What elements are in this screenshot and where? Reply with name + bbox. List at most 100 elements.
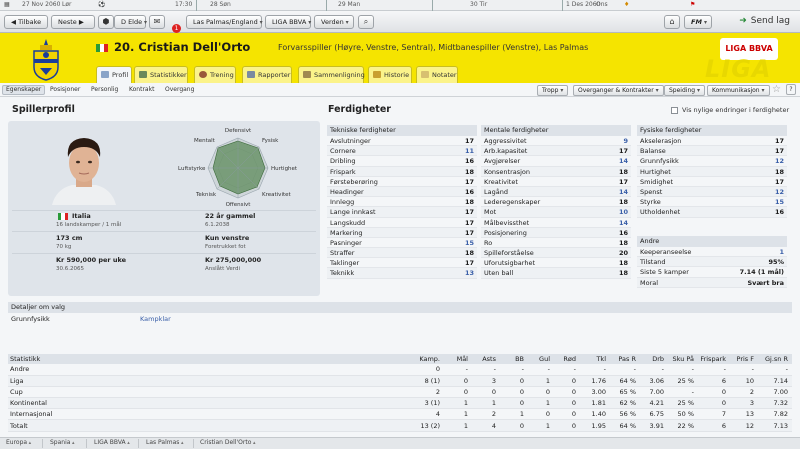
attribute-row[interactable]: Balanse 17 [637,146,787,157]
inbox-icon[interactable]: ✉ [149,15,165,29]
attribute-row[interactable]: Uten ball 18 [481,268,631,279]
attribute-row[interactable]: Pasninger 15 [327,238,477,249]
nation-menu[interactable]: Las Palmas/England [186,15,262,29]
world-menu[interactable]: Verden [314,15,354,29]
tab-profil[interactable]: Profil [96,66,132,84]
tab-trening[interactable]: Trening [194,66,236,83]
star-icon[interactable]: ☆ [772,84,781,95]
attribute-row[interactable]: Spilleforståelse 20 [481,248,631,259]
details-value[interactable]: Kampklar [140,315,171,323]
stats-column-header[interactable]: Asts [472,354,500,364]
stats-row[interactable]: Kontinental 3 (1) 1 1 0 1 0 1.81 62 % 4.21 25 % 0 3 7… [8,397,792,410]
attribute-row[interactable]: Cornere 11 [327,146,477,157]
stats-column-header[interactable]: Pas R [610,354,640,364]
attribute-row[interactable]: Frispark 18 [327,166,477,177]
attribute-row[interactable]: Avslutninger 17 [327,136,477,147]
club-crest-icon[interactable]: ⬢ [98,15,114,29]
breadcrumb-item[interactable]: Europa [6,439,31,446]
transfers-menu[interactable]: Overganger & Kontrakter [573,85,664,96]
league-menu[interactable]: LIGA BBVA [265,15,311,29]
stats-column-header[interactable]: Gul [528,354,554,364]
help-icon[interactable]: ? [786,84,796,95]
communication-menu[interactable]: Kommunikasjon [707,85,770,96]
breadcrumb-item[interactable]: LIGA BBVA [94,439,130,446]
attribute-row[interactable]: Teknikk 13 [327,268,477,279]
attribute-row[interactable]: Moral Svært bra [637,277,787,288]
attribute-row[interactable]: Siste 5 kamper 7.14 (1 mål) [637,267,787,278]
attribute-row[interactable]: Avgjørelser 14 [481,156,631,167]
fm-menu[interactable]: FM [684,15,712,29]
stats-row[interactable]: Cup 2 0 0 0 0 0 3.00 65 % 7.00-0 2 7.00 [8,386,792,399]
home-icon[interactable]: ⌂ [664,15,680,29]
stats-column-header[interactable]: Pris F [730,354,758,364]
attribute-row[interactable]: Lederegenskaper 18 [481,197,631,208]
attribute-row[interactable]: Hurtighet 18 [637,166,787,177]
next-button[interactable]: Neste ▶ [51,15,95,29]
attribute-row[interactable]: Styrke 15 [637,197,787,208]
stats-column-header[interactable]: Gj.sn R [758,354,792,364]
back-button[interactable]: ◀ Tilbake [4,15,48,29]
stats-column-header[interactable]: Sku På [668,354,698,364]
attribute-row[interactable]: Taklinger 17 [327,258,477,269]
stats-column-header[interactable]: Kamp. [408,354,444,364]
breadcrumb-item[interactable]: Spania [50,439,75,446]
attribute-row[interactable]: Ro 18 [481,238,631,249]
attribute-row[interactable]: Førsteberøring 17 [327,177,477,187]
timeline-bar[interactable]: ▦ 27 Nov 2060 Lør ⚽ 17:30 28 Søn 29 Man … [0,0,800,11]
stats-row[interactable]: Andre 0- - - - - - - - - - - - [8,364,792,376]
stats-column-header[interactable]: Rød [554,354,580,364]
tab-notater[interactable]: Notater [416,66,458,83]
stats-column-header[interactable]: Frispark [698,354,730,364]
attribute-row[interactable]: Arb.kapasitet 17 [481,146,631,157]
attribute-row[interactable]: Spenst 12 [637,186,787,198]
scouting-menu[interactable]: Speiding [664,85,705,96]
attribute-row[interactable]: Konsentrasjon 18 [481,166,631,177]
stats-column-header[interactable]: Statistikk [8,354,408,364]
attribute-row[interactable]: Akselerasjon 17 [637,136,787,147]
recent-changes-checkbox[interactable] [671,107,678,114]
tab-historie[interactable]: Historie [368,66,412,83]
timeline-event[interactable]: 30 Tir [470,1,487,8]
attribute-row[interactable]: Utholdenhet 16 [637,207,787,218]
attribute-row[interactable]: Langskudd 17 [327,218,477,228]
send-team-button[interactable]: ➜ Send lag [739,16,790,26]
tab-sammenligning[interactable]: Sammenligning [298,66,365,83]
breadcrumb-item[interactable]: Cristian Dell'Orto [200,439,255,446]
attribute-row[interactable]: Grunnfysikk 12 [637,156,787,167]
subtab-egenskaper[interactable]: Egenskaper [2,85,46,95]
subtab-personlig[interactable]: Personlig [88,85,121,95]
attribute-row[interactable]: Straffer 18 [327,248,477,259]
stats-row[interactable]: Liga 8 (1) 0 3 0 1 0 1.76 64 % 3.06 25 % 6 10 7.14 [8,375,792,387]
manager-menu[interactable]: D Elde [114,15,146,29]
attribute-row[interactable]: Dribling 16 [327,156,477,167]
attribute-row[interactable]: Kreativitet 17 [481,177,631,187]
tab-rapporter[interactable]: Rapporter [242,66,292,83]
timeline-event[interactable]: 29 Man [338,1,360,8]
attribute-row[interactable]: Uforutsigbarhet 18 [481,258,631,269]
stats-column-header[interactable]: BB [500,354,528,364]
attribute-row[interactable]: Mot 10 [481,207,631,218]
attribute-row[interactable]: Keeperanseelse 1 [637,247,787,258]
stats-column-header[interactable]: Drb [640,354,668,364]
attribute-row[interactable]: Aggressivitet 9 [481,136,631,147]
attribute-row[interactable]: Markering 17 [327,227,477,238]
attribute-row[interactable]: Posisjonering 16 [481,227,631,238]
attribute-row[interactable]: Smidighet 17 [637,177,787,187]
attribute-row[interactable]: Lagånd 14 [481,186,631,198]
subtab-overgang[interactable]: Overgang [162,85,197,95]
timeline-event[interactable]: 28 Søn [210,1,231,8]
tab-statistikker[interactable]: Statistikker [134,66,188,83]
stats-column-header[interactable]: Mål [444,354,472,364]
search-icon[interactable]: ⌕ [358,15,374,29]
attribute-row[interactable]: Lange innkast 17 [327,207,477,218]
stats-row[interactable]: Internasjonal 4 1 2 1 0 0 1.40 56 % 6.75 50 % 7 13 7.… [8,408,792,421]
attribute-row[interactable]: Headinger 16 [327,186,477,198]
squad-menu[interactable]: Tropp [537,85,569,96]
subtab-posisjoner[interactable]: Posisjoner [47,85,83,95]
subtab-kontrakt[interactable]: Kontrakt [126,85,157,95]
breadcrumb-item[interactable]: Las Palmas [146,439,184,446]
attribute-row[interactable]: Målbevissthet 14 [481,218,631,228]
attribute-row[interactable]: Innlegg 18 [327,197,477,208]
stats-column-header[interactable]: Tkl [580,354,610,364]
stats-row[interactable]: Totalt 13 (2) 1 4 0 1 0 1.95 64 % 3.91 22 % 6 12 7.13 [8,419,792,432]
